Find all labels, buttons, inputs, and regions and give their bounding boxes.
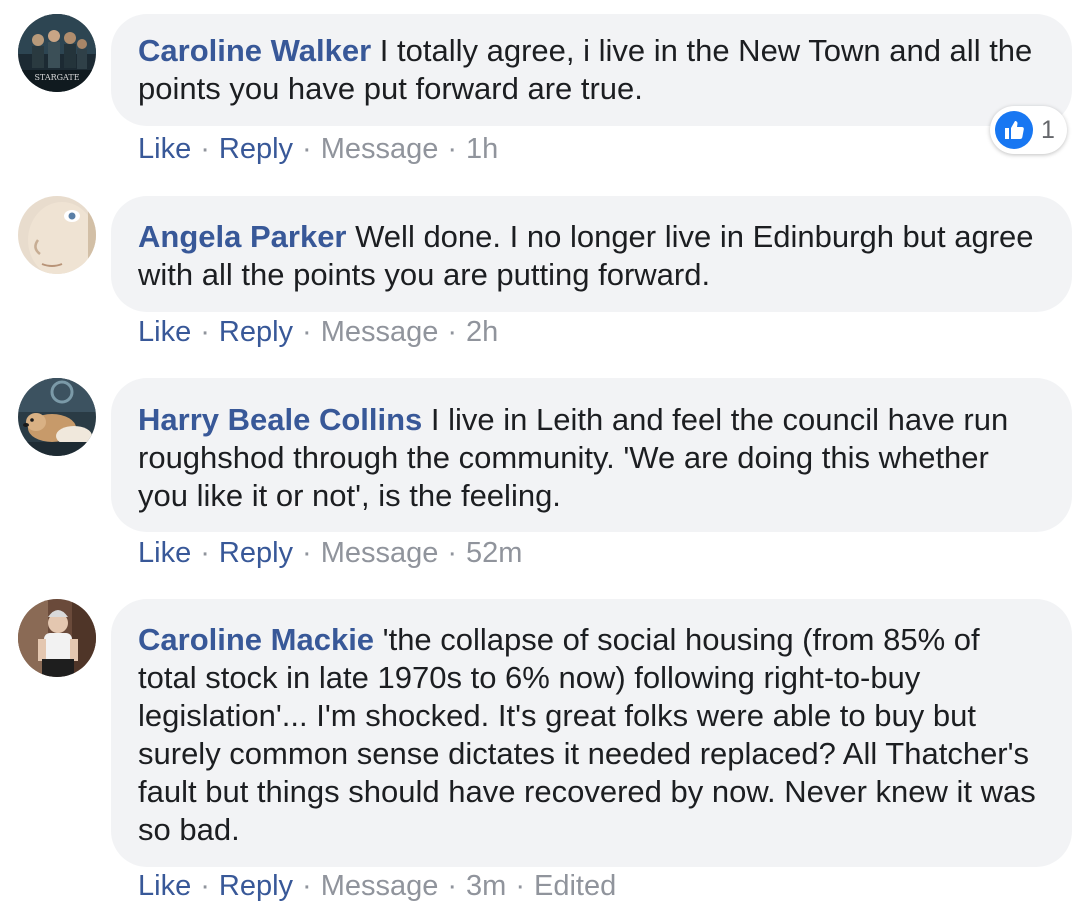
reply-link[interactable]: Reply: [219, 870, 293, 902]
reply-link[interactable]: Reply: [219, 133, 293, 165]
separator-dot: ·: [200, 133, 210, 165]
reaction-summary[interactable]: 1: [990, 106, 1067, 154]
message-link[interactable]: Message: [321, 870, 439, 902]
like-link[interactable]: Like: [138, 316, 191, 348]
avatar[interactable]: [18, 196, 96, 274]
separator-dot: ·: [200, 537, 210, 569]
message-link[interactable]: Message: [321, 133, 439, 165]
timestamp[interactable]: 52m: [466, 537, 522, 569]
comment-actions: Like · Reply · Message · 1h: [138, 132, 498, 166]
comment-author-link[interactable]: Caroline Mackie: [138, 622, 374, 657]
comment-author-link[interactable]: Angela Parker: [138, 219, 347, 254]
separator-dot: ·: [447, 316, 458, 348]
message-link[interactable]: Message: [321, 316, 439, 348]
like-link[interactable]: Like: [138, 133, 191, 165]
separator-dot: ·: [302, 537, 312, 569]
timestamp[interactable]: 3m: [466, 870, 506, 902]
like-icon: [995, 111, 1033, 149]
separator-dot: ·: [302, 133, 312, 165]
comment-bubble: Caroline Walker I totally agree, i live …: [111, 14, 1072, 126]
separator-dot: ·: [447, 133, 458, 165]
timestamp[interactable]: 2h: [466, 316, 498, 348]
separator-dot: ·: [515, 870, 526, 902]
comment-author-link[interactable]: Caroline Walker: [138, 33, 371, 68]
reply-link[interactable]: Reply: [219, 316, 293, 348]
reaction-count: 1: [1041, 115, 1055, 144]
separator-dot: ·: [302, 316, 312, 348]
separator-dot: ·: [447, 537, 458, 569]
dog-photo-avatar-icon: [18, 378, 96, 456]
message-link[interactable]: Message: [321, 537, 439, 569]
person-photo-avatar-icon: [18, 599, 96, 677]
comment-bubble: Harry Beale Collins I live in Leith and …: [111, 378, 1072, 532]
like-link[interactable]: Like: [138, 870, 191, 902]
comment-author-link[interactable]: Harry Beale Collins: [138, 402, 422, 437]
stargate-poster-avatar-icon: STARGATE: [18, 14, 96, 92]
timestamp[interactable]: 1h: [466, 133, 498, 165]
doll-face-avatar-icon: [18, 196, 96, 274]
comment-actions: Like · Reply · Message · 3m · Edited: [138, 869, 616, 903]
separator-dot: ·: [447, 870, 458, 902]
avatar[interactable]: STARGATE: [18, 14, 96, 92]
reply-link[interactable]: Reply: [219, 537, 293, 569]
separator-dot: ·: [200, 316, 210, 348]
comment-bubble: Angela Parker Well done. I no longer liv…: [111, 196, 1072, 312]
comment-bubble: Caroline Mackie 'the collapse of social …: [111, 599, 1072, 867]
avatar[interactable]: [18, 378, 96, 456]
separator-dot: ·: [302, 870, 312, 902]
comment-actions: Like · Reply · Message · 52m: [138, 536, 522, 570]
comment-actions: Like · Reply · Message · 2h: [138, 315, 498, 349]
like-link[interactable]: Like: [138, 537, 191, 569]
edited-label[interactable]: Edited: [534, 870, 616, 902]
avatar[interactable]: [18, 599, 96, 677]
separator-dot: ·: [200, 870, 210, 902]
avatar-text: STARGATE: [34, 73, 79, 82]
